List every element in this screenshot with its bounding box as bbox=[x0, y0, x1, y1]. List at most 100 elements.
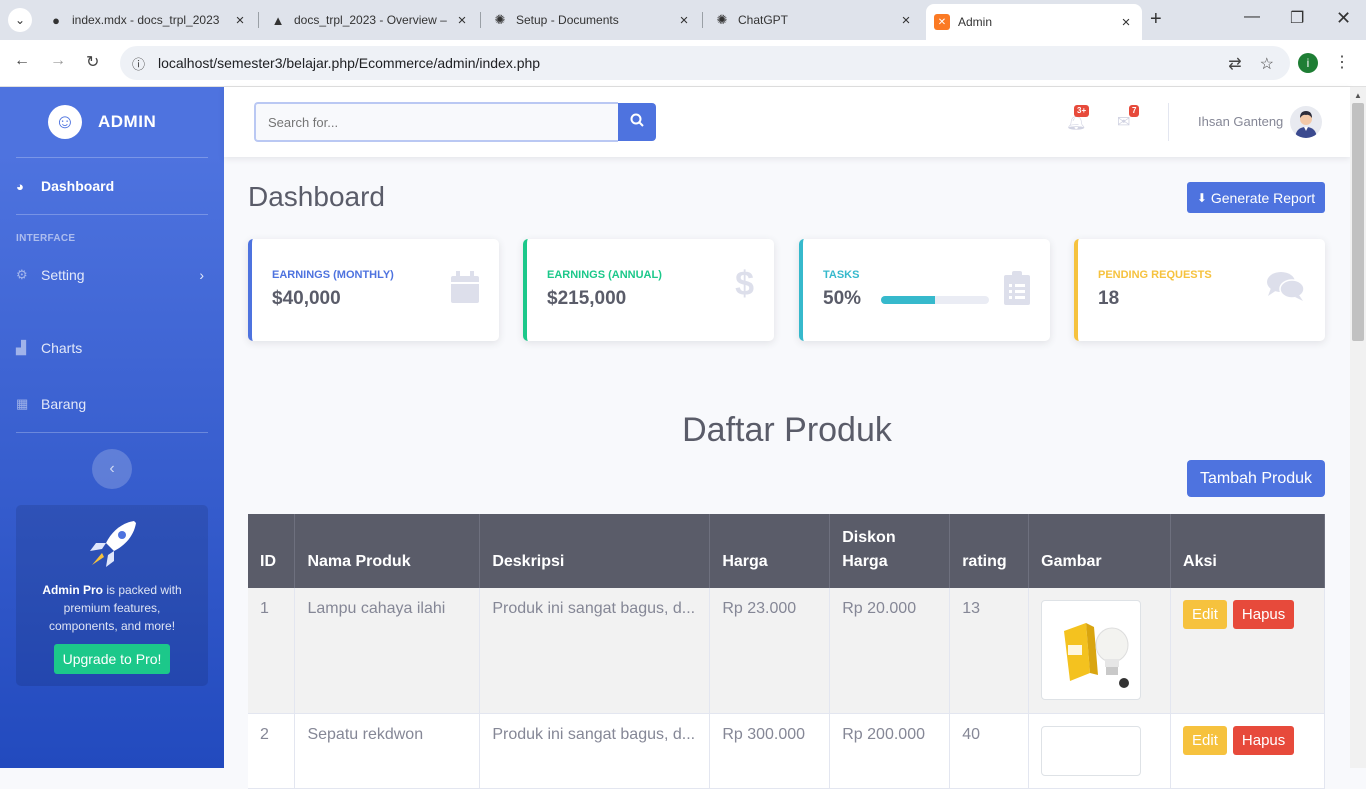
scroll-up-icon[interactable]: ▲ bbox=[1354, 91, 1362, 100]
cog-icon: ⚙ bbox=[16, 267, 28, 282]
page-scrollbar[interactable]: ▲ bbox=[1350, 87, 1366, 768]
minimize-icon[interactable]: — bbox=[1244, 8, 1260, 26]
cell-id: 2 bbox=[248, 713, 296, 789]
close-tab-icon[interactable]: × bbox=[1118, 14, 1134, 31]
browser-tab[interactable]: ✺ Setup - Documents × bbox=[484, 6, 700, 34]
card-value: 50% bbox=[823, 288, 862, 309]
sidebar-brand[interactable]: ☺ ADMIN bbox=[48, 105, 156, 139]
browser-tab[interactable]: ● index.mdx - docs_trpl_2023 × bbox=[40, 6, 256, 34]
sidebar-toggle-button[interactable]: ‹ bbox=[92, 449, 132, 489]
cell-id: 1 bbox=[248, 588, 296, 714]
close-tab-icon[interactable]: × bbox=[232, 12, 248, 29]
restore-icon[interactable]: ❐ bbox=[1290, 8, 1304, 28]
browser-tab-active[interactable]: ✕ Admin × bbox=[926, 4, 1142, 40]
delete-button[interactable]: Hapus bbox=[1232, 725, 1295, 755]
sidebar-item-charts[interactable]: ▟ Charts bbox=[16, 340, 208, 356]
column-header: Nama Produk bbox=[294, 514, 481, 588]
topbar: 🔔︎ 3+ ✉ 7 Ihsan Ganteng bbox=[224, 87, 1350, 157]
card-label: PENDING REQUESTS bbox=[1098, 269, 1212, 281]
window-close-icon[interactable]: ✕ bbox=[1336, 8, 1351, 29]
browser-tab[interactable]: ✺ ChatGPT × bbox=[706, 6, 922, 34]
tab-search-dropdown[interactable]: ⌄ bbox=[8, 8, 32, 32]
scrollbar-thumb[interactable] bbox=[1352, 103, 1364, 341]
new-tab-button[interactable]: + bbox=[1150, 8, 1162, 31]
add-product-button[interactable]: Tambah Produk bbox=[1187, 460, 1325, 497]
tab-separator bbox=[480, 12, 481, 28]
upgrade-button[interactable]: Upgrade to Pro! bbox=[53, 644, 171, 674]
forward-arrow-icon[interactable]: → bbox=[50, 52, 66, 70]
cell-diskon: Rp 200.000 bbox=[829, 713, 951, 789]
section-title: Daftar Produk bbox=[682, 411, 892, 449]
tab-separator bbox=[702, 12, 703, 28]
column-header: Deskripsi bbox=[479, 514, 711, 588]
card-value: $40,000 bbox=[272, 288, 341, 309]
bookmark-star-icon[interactable]: ☆ bbox=[1260, 54, 1274, 74]
address-bar-row: ← → ↻ ⓘ localhost/semester3/belajar.php/… bbox=[0, 40, 1366, 87]
search-button[interactable] bbox=[618, 103, 656, 141]
search-input[interactable] bbox=[254, 102, 618, 142]
browser-menu-icon[interactable]: ⋮ bbox=[1334, 52, 1350, 72]
sidebar-item-label: Barang bbox=[41, 396, 87, 412]
product-image[interactable] bbox=[1041, 725, 1142, 776]
column-header: Aksi bbox=[1170, 514, 1325, 588]
close-tab-icon[interactable]: × bbox=[676, 12, 692, 29]
topbar-divider bbox=[1168, 103, 1169, 141]
sidebar-promo-card: Admin Pro is packed with premium feature… bbox=[16, 505, 208, 686]
generate-report-button[interactable]: ⬇ Generate Report bbox=[1187, 182, 1325, 213]
cell-diskon: Rp 20.000 bbox=[829, 588, 951, 714]
page-title: Dashboard bbox=[248, 181, 385, 212]
chevron-right-icon: › bbox=[199, 267, 204, 283]
openai-icon: ✺ bbox=[716, 12, 728, 27]
avatar[interactable] bbox=[1290, 106, 1322, 138]
user-name[interactable]: Ihsan Ganteng bbox=[1198, 114, 1283, 129]
tab-separator bbox=[258, 12, 259, 28]
column-header: Diskon Harga bbox=[829, 514, 951, 588]
cell-aksi: Edit Hapus bbox=[1170, 588, 1325, 714]
sidebar-item-label: Charts bbox=[41, 340, 83, 356]
sidebar-item-setting[interactable]: ⚙ Setting › bbox=[16, 267, 208, 283]
edit-button[interactable]: Edit bbox=[1183, 725, 1227, 755]
sidebar-divider bbox=[16, 432, 208, 433]
tab-title: Setup - Documents bbox=[516, 13, 619, 27]
alerts-badge: 3+ bbox=[1074, 105, 1090, 117]
clipboard-list-icon bbox=[1004, 271, 1030, 313]
sidebar: ☺ ADMIN ◕ Dashboard INTERFACE ⚙ Setting … bbox=[0, 87, 224, 768]
back-arrow-icon[interactable]: ← bbox=[14, 52, 30, 70]
tasks-progress-bar bbox=[881, 296, 989, 304]
close-tab-icon[interactable]: × bbox=[454, 12, 470, 29]
download-icon: ⬇ bbox=[1196, 190, 1207, 205]
card-value: 18 bbox=[1098, 288, 1120, 309]
cell-rating: 40 bbox=[949, 713, 1030, 789]
vercel-icon: ▲ bbox=[271, 12, 285, 28]
sidebar-item-dashboard[interactable]: ◕ Dashboard bbox=[16, 178, 208, 194]
translate-icon[interactable]: ⇄ bbox=[1228, 54, 1241, 74]
product-image[interactable] bbox=[1041, 600, 1142, 700]
site-info-icon[interactable]: ⓘ bbox=[132, 54, 152, 73]
profile-avatar[interactable]: i bbox=[1298, 53, 1318, 73]
cell-harga: Rp 300.000 bbox=[709, 713, 831, 789]
tab-title: index.mdx - docs_trpl_2023 bbox=[72, 13, 220, 27]
card-label: TASKS bbox=[823, 269, 860, 281]
cell-nama: Sepatu rekdwon bbox=[294, 713, 481, 789]
cell-harga: Rp 23.000 bbox=[709, 588, 831, 714]
alerts-dropdown[interactable]: 🔔︎ 3+ bbox=[1066, 105, 1090, 132]
tab-title: ChatGPT bbox=[738, 13, 789, 27]
url-text[interactable]: localhost/semester3/belajar.php/Ecommerc… bbox=[158, 55, 540, 71]
sidebar-item-barang[interactable]: ▦ Barang bbox=[16, 396, 208, 412]
card-value: $215,000 bbox=[547, 288, 627, 309]
table-row: 2 Sepatu rekdwon Produk ini sangat bagus… bbox=[248, 713, 1325, 789]
delete-button[interactable]: Hapus bbox=[1232, 600, 1295, 629]
card-label: EARNINGS (ANNUAL) bbox=[547, 269, 662, 281]
openai-icon: ✺ bbox=[494, 12, 506, 27]
card-earnings-monthly: EARNINGS (MONTHLY) $40,000 bbox=[248, 239, 499, 341]
tachometer-icon: ◕ bbox=[16, 178, 24, 194]
close-tab-icon[interactable]: × bbox=[898, 12, 914, 29]
sidebar-divider bbox=[16, 157, 208, 158]
omnibox[interactable]: ⓘ localhost/semester3/belajar.php/Ecomme… bbox=[120, 46, 1290, 80]
generate-report-label: Generate Report bbox=[1210, 189, 1316, 206]
reload-icon[interactable]: ↻ bbox=[86, 52, 99, 72]
browser-tab[interactable]: ▲ docs_trpl_2023 - Overview – × bbox=[262, 6, 478, 34]
edit-button[interactable]: Edit bbox=[1183, 600, 1227, 629]
messages-dropdown[interactable]: ✉ 7 bbox=[1117, 105, 1140, 132]
column-header: ID bbox=[248, 514, 296, 588]
